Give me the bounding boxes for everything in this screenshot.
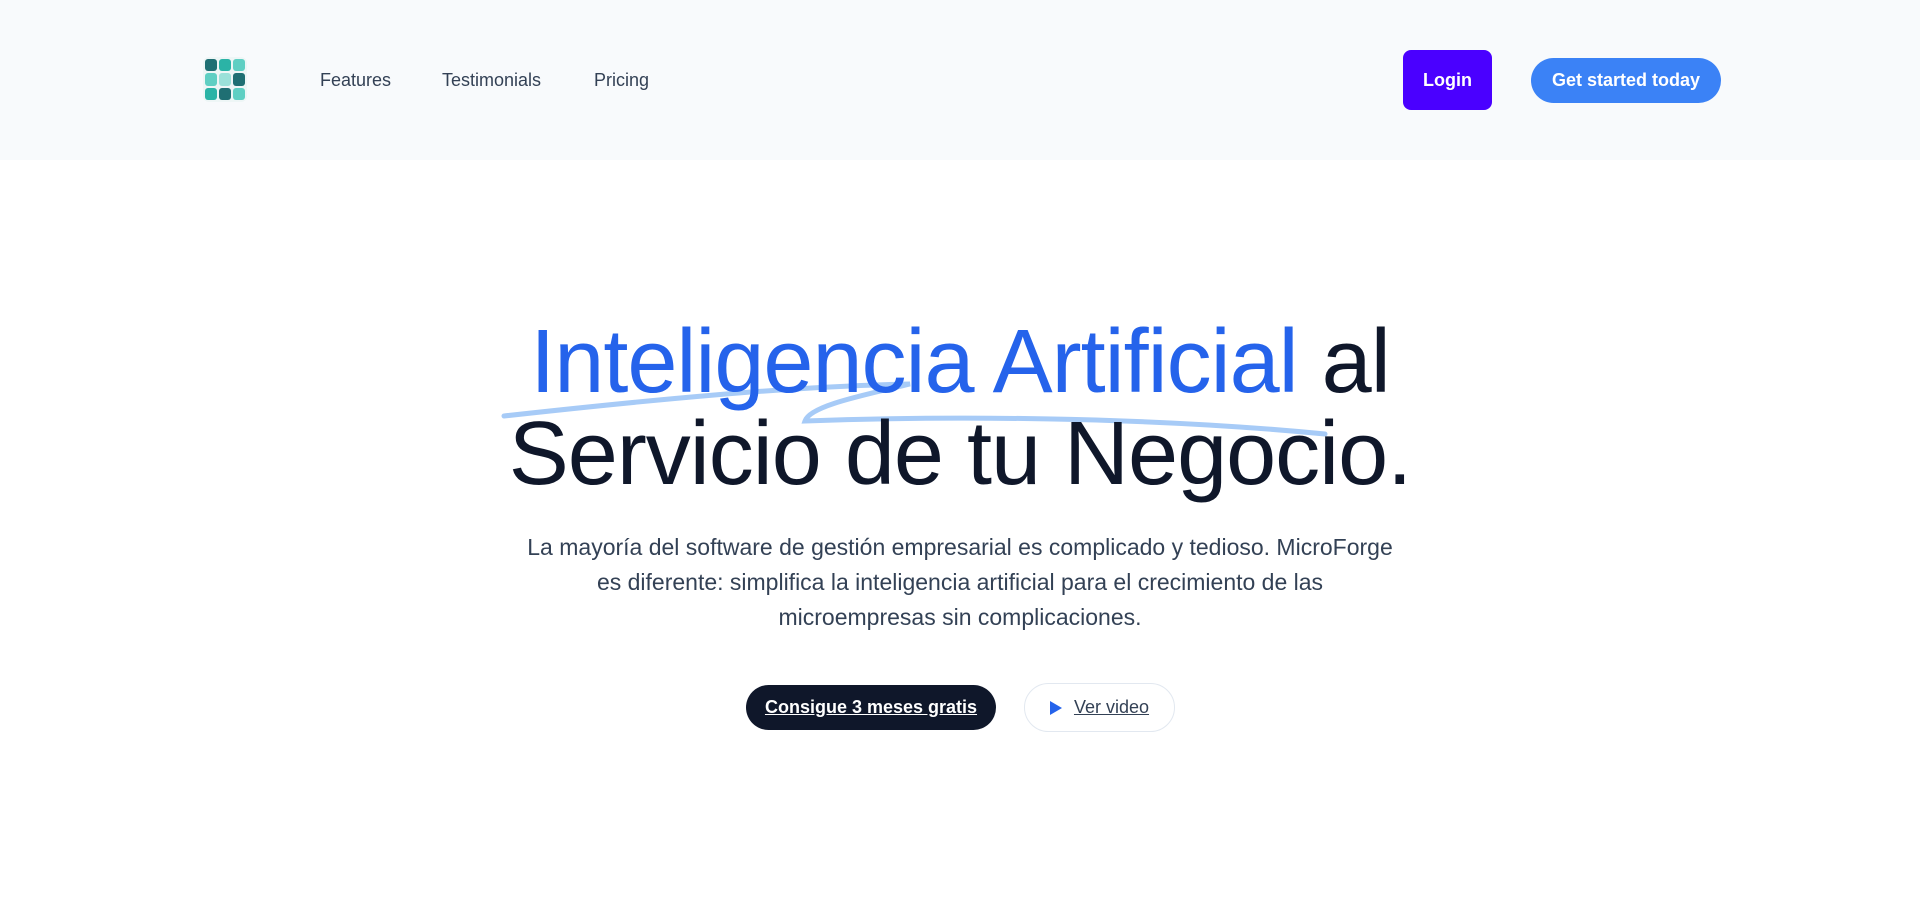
watch-video-label: Ver video — [1073, 697, 1150, 717]
logo-tile — [219, 73, 231, 86]
logo-tile — [233, 87, 245, 100]
logo-tile — [233, 59, 245, 72]
hero-subtitle: La mayoría del software de gestión empre… — [527, 534, 1393, 630]
nav-link-pricing[interactable]: Pricing — [594, 66, 674, 94]
login-button[interactable]: Login — [1403, 50, 1492, 110]
hero-title-line-1: Inteligencia Artificial al — [0, 316, 1920, 408]
nav-link-testimonials[interactable]: Testimonials — [442, 66, 562, 94]
logo-tile — [205, 73, 217, 86]
logo-tile — [233, 73, 245, 86]
hero-title-line-2: Servicio de tu Negocio. — [508, 404, 1413, 504]
logo-tile — [205, 59, 217, 72]
free-trial-button[interactable]: Consigue 3 meses gratis — [746, 685, 996, 730]
get-started-button[interactable]: Get started today — [1531, 58, 1721, 103]
hero-title-rest: al — [1297, 312, 1391, 412]
hero-title: Inteligencia Artificial al Servicio de t… — [0, 316, 1920, 500]
nav-link-features[interactable]: Features — [320, 66, 400, 94]
logo-tile — [219, 59, 231, 72]
logo-tile — [219, 87, 231, 100]
site-header: Features Testimonials Pricing Login Get … — [0, 0, 1920, 160]
play-icon — [1049, 700, 1062, 715]
watch-video-button[interactable]: Ver video — [1024, 683, 1175, 732]
logo-tile — [205, 87, 217, 100]
hero-title-accent: Inteligencia Artificial — [530, 312, 1298, 412]
microforge-logo-icon[interactable] — [203, 57, 247, 102]
